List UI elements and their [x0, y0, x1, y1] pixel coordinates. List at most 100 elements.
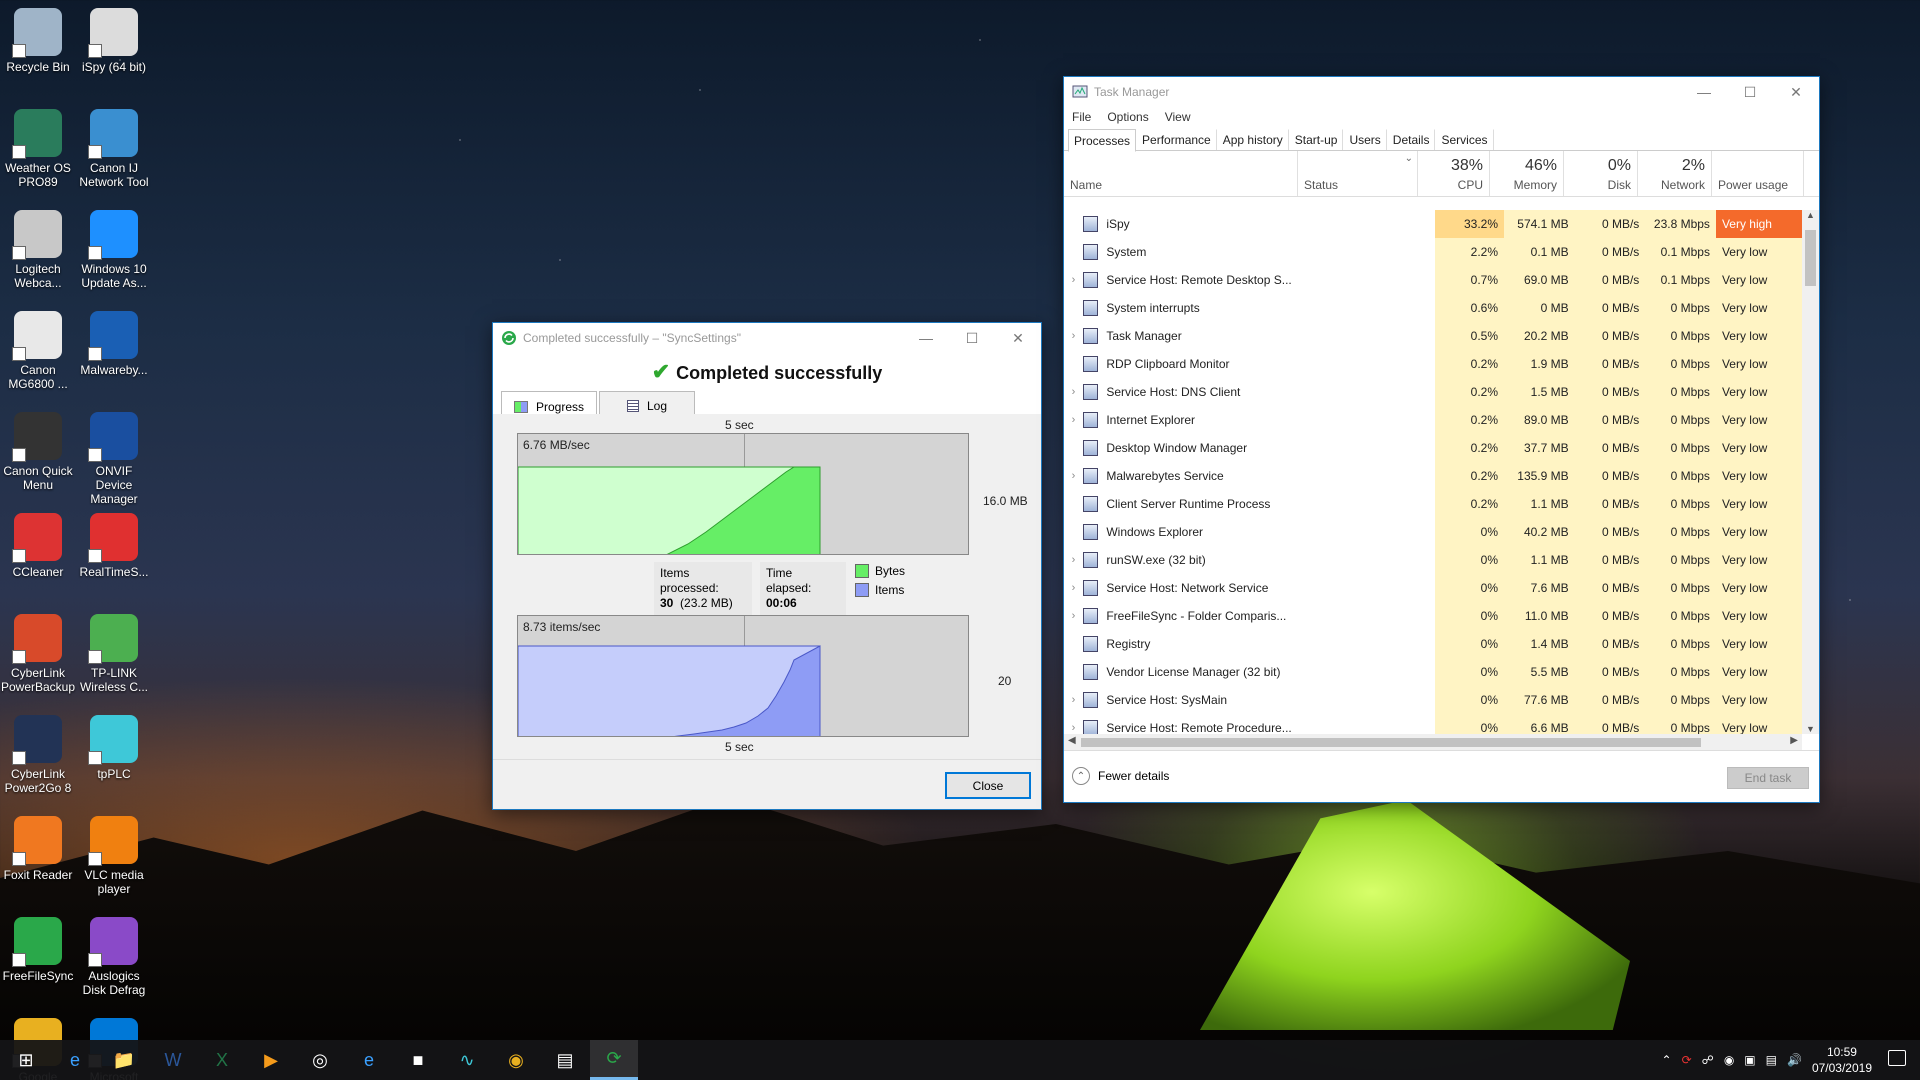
minimize-button[interactable]: —	[903, 323, 949, 353]
menu-view[interactable]: View	[1165, 110, 1191, 124]
process-row[interactable]: iSpy 33.2% 574.1 MB 0 MB/s 23.8 Mbps Very hig…	[1064, 210, 1804, 238]
vertical-scroll-thumb[interactable]	[1805, 230, 1816, 286]
quick-menu-icon[interactable]: ■	[404, 1046, 432, 1074]
tm-minimize-button[interactable]: —	[1681, 77, 1727, 107]
column-memory[interactable]: 46% Memory	[1490, 151, 1564, 196]
process-row[interactable]: RDP Clipboard Monitor 0.2% 1.9 MB 0 MB/s 0 M…	[1064, 350, 1804, 378]
expand-chevron-icon[interactable]: ›	[1064, 414, 1083, 426]
tab-services[interactable]: Services	[1435, 129, 1494, 150]
tab-performance[interactable]: Performance	[1136, 129, 1217, 150]
desktop-shortcut[interactable]: Foxit Reader	[0, 816, 76, 882]
desktop-shortcut[interactable]: TP-LINK Wireless C...	[76, 614, 152, 694]
notifications-icon[interactable]	[1888, 1050, 1906, 1066]
dialog-titlebar[interactable]: Completed successfully – "SyncSettings" …	[493, 323, 1041, 353]
tm-close-button[interactable]: ✕	[1773, 77, 1819, 107]
desktop-shortcut[interactable]: Malwareby...	[76, 311, 152, 377]
expand-chevron-icon[interactable]: ›	[1064, 610, 1083, 622]
internet-explorer-icon[interactable]: e	[355, 1046, 383, 1074]
scroll-left-icon[interactable]: ◀	[1068, 735, 1076, 746]
process-row[interactable]: › FreeFileSync - Folder Comparis... 0% 11.0…	[1064, 602, 1804, 630]
tm-maximize-button[interactable]: ☐	[1727, 77, 1773, 107]
expand-chevron-icon[interactable]: ›	[1064, 722, 1083, 734]
process-row[interactable]: Windows Explorer 0% 40.2 MB 0 MB/s 0 Mbps Ver…	[1064, 518, 1804, 546]
expand-chevron-icon[interactable]: ›	[1064, 386, 1083, 398]
expand-chevron-icon[interactable]: ›	[1064, 330, 1083, 342]
process-row[interactable]: › Malwarebytes Service 0.2% 135.9 MB 0 MB/s 0…	[1064, 462, 1804, 490]
process-row[interactable]: › Task Manager 0.5% 20.2 MB 0 MB/s 0 Mbps Very…	[1064, 322, 1804, 350]
usb-tray-icon[interactable]: ▣	[1744, 1053, 1755, 1067]
desktop-shortcut[interactable]: tpPLC	[76, 715, 152, 781]
process-row[interactable]: System 2.2% 0.1 MB 0 MB/s 0.1 Mbps Very low	[1064, 238, 1804, 266]
column-power[interactable]: Power usage	[1712, 151, 1804, 196]
process-row[interactable]: › Service Host: SysMain 0% 77.6 MB 0 MB/s 0 M…	[1064, 686, 1804, 714]
desktop-shortcut[interactable]: RealTimeS...	[76, 513, 152, 579]
process-row[interactable]: Desktop Window Manager 0.2% 37.7 MB 0 MB/s 0…	[1064, 434, 1804, 462]
process-row[interactable]: › Service Host: DNS Client 0.2% 1.5 MB 0 MB/…	[1064, 378, 1804, 406]
process-row[interactable]: › Internet Explorer 0.2% 89.0 MB 0 MB/s 0 Mbp…	[1064, 406, 1804, 434]
process-row[interactable]: › Service Host: Network Service 0% 7.6 MB 0 …	[1064, 574, 1804, 602]
menu-file[interactable]: File	[1072, 110, 1091, 124]
process-row[interactable]: › runSW.exe (32 bit) 0% 1.1 MB 0 MB/s 0 Mbps V…	[1064, 546, 1804, 574]
menu-options[interactable]: Options	[1107, 110, 1148, 124]
close-button[interactable]: Close	[945, 772, 1031, 799]
tab-users[interactable]: Users	[1343, 129, 1387, 150]
file-explorer-icon[interactable]: 📁	[110, 1046, 138, 1074]
vertical-scrollbar[interactable]: ▲ ▼	[1802, 210, 1819, 734]
network-tray-icon[interactable]: ▤	[1766, 1053, 1777, 1067]
process-row[interactable]: Vendor License Manager (32 bit) 0% 5.5 MB 0…	[1064, 658, 1804, 686]
column-network[interactable]: 2% Network	[1638, 151, 1712, 196]
power2go-icon[interactable]: ◎	[306, 1046, 334, 1074]
desktop-shortcut[interactable]: ONVIF Device Manager	[76, 412, 152, 506]
tab-app-history[interactable]: App history	[1217, 129, 1289, 150]
shield-tray-icon[interactable]: ☍	[1702, 1053, 1714, 1067]
chrome-icon[interactable]: ◉	[502, 1046, 530, 1074]
horizontal-scrollbar[interactable]: ◀ ▶	[1064, 734, 1802, 751]
desktop-shortcut[interactable]: Logitech Webca...	[0, 210, 76, 290]
tab-details[interactable]: Details	[1387, 129, 1436, 150]
tab-processes[interactable]: Processes	[1068, 129, 1137, 152]
desktop-shortcut[interactable]: Canon Quick Menu	[0, 412, 76, 492]
desktop-shortcut[interactable]: FreeFileSync	[0, 917, 76, 983]
desktop-shortcut[interactable]: Auslogics Disk Defrag	[76, 917, 152, 997]
desktop-shortcut[interactable]: Recycle Bin	[0, 8, 76, 74]
scroll-down-icon[interactable]: ▼	[1802, 724, 1819, 734]
expand-chevron-icon[interactable]: ›	[1064, 470, 1083, 482]
tpplc-icon[interactable]: ∿	[453, 1046, 481, 1074]
expand-chevron-icon[interactable]: ›	[1064, 274, 1083, 286]
tab-startup[interactable]: Start-up	[1289, 129, 1344, 150]
task-manager-icon[interactable]: ▤	[551, 1046, 579, 1074]
column-name[interactable]: Name	[1064, 151, 1298, 196]
scroll-up-icon[interactable]: ▲	[1802, 210, 1819, 220]
fewer-details-button[interactable]: ⌃ Fewer details	[1072, 767, 1169, 785]
start-icon[interactable]: ⊞	[12, 1046, 40, 1074]
column-cpu[interactable]: 38% CPU	[1418, 151, 1490, 196]
freefilesync-icon[interactable]: ⟳	[590, 1040, 638, 1080]
volume-tray-icon[interactable]: 🔊	[1787, 1053, 1802, 1067]
desktop-shortcut[interactable]: CyberLink PowerBackup	[0, 614, 76, 694]
expand-chevron-icon[interactable]: ›	[1064, 554, 1083, 566]
desktop-shortcut[interactable]: VLC media player	[76, 816, 152, 896]
maximize-button[interactable]: ☐	[949, 323, 995, 353]
horizontal-scroll-thumb[interactable]	[1081, 738, 1701, 747]
expand-chevron-icon[interactable]: ›	[1064, 694, 1083, 706]
desktop-shortcut[interactable]: CyberLink Power2Go 8	[0, 715, 76, 795]
excel-icon[interactable]: X	[208, 1046, 236, 1074]
tray-chevron-icon[interactable]: ⌃	[1662, 1053, 1672, 1067]
edge-icon[interactable]: e	[61, 1046, 89, 1074]
desktop-shortcut[interactable]: Weather OS PRO89	[0, 109, 76, 189]
media-player-icon[interactable]: ▶	[257, 1046, 285, 1074]
desktop-shortcut[interactable]: Canon MG6800 ...	[0, 311, 76, 391]
column-disk[interactable]: 0% Disk	[1564, 151, 1638, 196]
expand-chevron-icon[interactable]: ›	[1064, 582, 1083, 594]
process-row[interactable]: › Service Host: Remote Procedure... 0% 6.6 …	[1064, 714, 1804, 734]
column-status[interactable]: Status ⌄	[1298, 151, 1418, 196]
process-row[interactable]: › Service Host: Remote Desktop S... 0.7% 69…	[1064, 266, 1804, 294]
word-icon[interactable]: W	[159, 1046, 187, 1074]
end-task-button[interactable]: End task	[1727, 767, 1809, 789]
desktop-shortcut[interactable]: Canon IJ Network Tool	[76, 109, 152, 189]
ispy-tray-icon[interactable]: ◉	[1724, 1053, 1734, 1067]
realtimesync-tray-icon[interactable]: ⟳	[1682, 1053, 1692, 1067]
scroll-right-icon[interactable]: ▶	[1790, 735, 1798, 746]
desktop-shortcut[interactable]: iSpy (64 bit)	[76, 8, 152, 74]
process-row[interactable]: System interrupts 0.6% 0 MB 0 MB/s 0 Mbps Ver…	[1064, 294, 1804, 322]
